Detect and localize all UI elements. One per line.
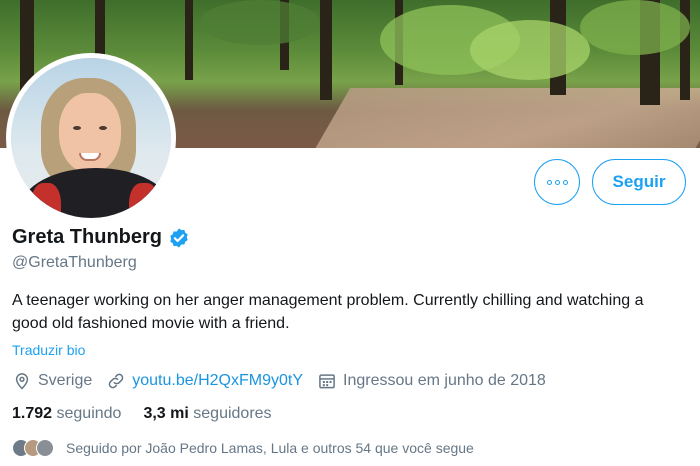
- banner-foliage: [580, 0, 690, 55]
- more-options-icon: [546, 179, 568, 185]
- avatar-jacket-trim: [31, 183, 61, 218]
- followers-count: 3,3 mi: [143, 405, 189, 422]
- location-text: Sverige: [38, 372, 93, 389]
- followed-by-text: Seguido por João Pedro Lamas, Lula e out…: [66, 440, 474, 456]
- mutual-follower-avatar: [36, 439, 54, 457]
- banner-foliage: [470, 20, 590, 80]
- website-link[interactable]: youtu.be/H2QxFM9y0tY: [132, 372, 303, 390]
- link-icon: [108, 373, 124, 389]
- location-pin-icon: [15, 373, 29, 390]
- following-stat[interactable]: 1.792 seguindo: [12, 405, 121, 423]
- website-item: youtu.be/H2QxFM9y0tY: [106, 371, 303, 391]
- calendar-icon: [319, 374, 335, 389]
- profile-bio: A teenager working on her anger manageme…: [12, 292, 644, 332]
- avatar-eye: [73, 126, 81, 130]
- avatar-eye: [99, 126, 107, 130]
- joined-date: Ingressou em junho de 2018: [343, 372, 546, 389]
- verified-badge-icon: [170, 227, 188, 248]
- followers-stat[interactable]: 3,3 mi seguidores: [143, 405, 271, 423]
- banner-foliage: [200, 0, 320, 45]
- translate-bio-link[interactable]: Traduzir bio: [12, 342, 85, 358]
- banner-tree-trunk: [320, 0, 332, 100]
- avatar-face: [59, 93, 121, 173]
- following-count: 1.792: [12, 405, 53, 422]
- followed-by-row[interactable]: Seguido por João Pedro Lamas, Lula e out…: [12, 439, 474, 457]
- location-item: Sverige: [12, 371, 92, 391]
- follow-button[interactable]: Seguir: [592, 159, 686, 205]
- display-name: Greta Thunberg: [12, 226, 163, 248]
- user-handle: @GretaThunberg: [12, 254, 137, 271]
- followers-label: seguidores: [193, 405, 272, 422]
- profile-avatar[interactable]: [6, 53, 176, 223]
- banner-tree-trunk: [185, 0, 193, 80]
- mutual-followers-avatars: [12, 439, 54, 457]
- follow-stats: 1.792 seguindo 3,3 mi seguidores: [12, 405, 294, 423]
- following-label: seguindo: [56, 405, 122, 422]
- joined-item: Ingressou em junho de 2018: [317, 371, 546, 391]
- avatar-jacket-trim: [129, 183, 159, 218]
- more-options-button[interactable]: [534, 159, 580, 205]
- profile-name-row: Greta Thunberg: [12, 226, 190, 249]
- profile-meta: Sverige youtu.be/H2QxFM9y0tY Ingressou e…: [12, 371, 560, 391]
